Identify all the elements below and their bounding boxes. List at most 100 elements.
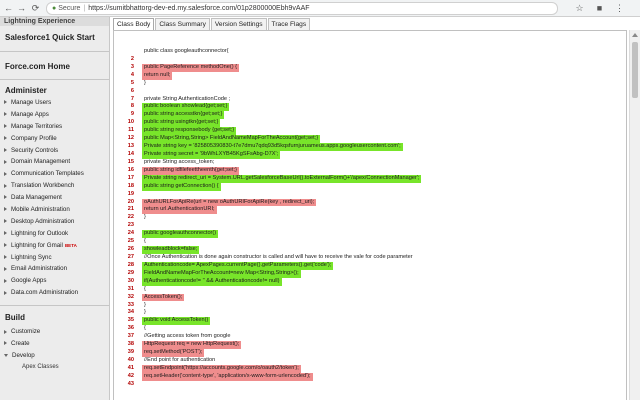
code-line: 35 public void AccessToken() bbox=[114, 317, 626, 326]
line-number: 8 bbox=[130, 103, 134, 110]
browser-menu-icon[interactable]: ⋮ bbox=[614, 3, 625, 14]
sidebar-item-mobile-administration[interactable]: Mobile Administration bbox=[0, 204, 109, 216]
sidebar-item-data-management[interactable]: Data Management bbox=[0, 192, 109, 204]
expand-arrow-icon[interactable] bbox=[4, 231, 7, 236]
sidebar-item-manage-users[interactable]: Manage Users bbox=[0, 97, 109, 109]
expand-arrow-icon[interactable] bbox=[4, 254, 7, 259]
line-number: 17 bbox=[127, 174, 134, 181]
sidebar-item-label: Security Controls bbox=[11, 146, 59, 154]
sidebar-item-communication-templates[interactable]: Communication Templates bbox=[0, 168, 109, 180]
code-line: 10 public string usingtkn{get;set;} bbox=[114, 119, 626, 128]
sidebar-item-security-controls[interactable]: Security Controls bbox=[0, 145, 109, 157]
expand-arrow-icon[interactable] bbox=[4, 219, 7, 224]
expand-arrow-icon[interactable] bbox=[4, 243, 7, 248]
expand-arrow-icon[interactable] bbox=[4, 278, 7, 283]
expand-arrow-icon[interactable] bbox=[4, 112, 7, 117]
expand-arrow-icon[interactable] bbox=[4, 136, 7, 141]
sidebar-item-customize[interactable]: Customize bbox=[0, 326, 109, 338]
code-line: 7 private String AuthenticationCode ; bbox=[114, 96, 626, 104]
sidebar-item-lightning-for-outlook[interactable]: Lightning for Outlook bbox=[0, 228, 109, 240]
sidebar-item-lightning-sync[interactable]: Lightning Sync bbox=[0, 252, 109, 264]
lightning-experience-link[interactable]: Lightning Experience bbox=[0, 17, 109, 26]
administer-list: Manage Users Manage Apps Manage Territorie… bbox=[0, 97, 109, 299]
expand-arrow-icon[interactable] bbox=[4, 171, 7, 176]
code-line: 6 bbox=[114, 87, 626, 96]
code-line: 27 //Once Authentication is done again c… bbox=[114, 253, 626, 262]
sidebar-item-label: Email Administration bbox=[11, 265, 68, 273]
expand-arrow-icon[interactable] bbox=[4, 100, 7, 105]
sidebar-item-company-profile[interactable]: Company Profile bbox=[0, 133, 109, 145]
sidebar-item-lightning-for-gmail[interactable]: Lightning for Gmail BETA bbox=[0, 240, 109, 252]
vertical-scrollbar[interactable] bbox=[629, 30, 640, 400]
code-line: 5} bbox=[114, 80, 626, 88]
line-number: 6 bbox=[130, 87, 134, 94]
collapse-arrow-icon[interactable] bbox=[4, 353, 8, 357]
sidebar-item-apex-classes[interactable]: Apex Classes bbox=[0, 362, 109, 373]
expand-arrow-icon[interactable] bbox=[4, 147, 7, 152]
line-number: 20 bbox=[127, 198, 134, 205]
expand-arrow-icon[interactable] bbox=[4, 159, 7, 164]
extension-icon[interactable]: ■ bbox=[594, 3, 605, 14]
salesforce1-quick-start-link[interactable]: Salesforce1 Quick Start bbox=[0, 26, 109, 52]
sidebar-item-desktop-administration[interactable]: Desktop Administration bbox=[0, 216, 109, 228]
bookmark-star-icon[interactable]: ☆ bbox=[574, 3, 585, 14]
code-line: 21 return url.AuthenticationURI; bbox=[114, 206, 626, 215]
expand-arrow-icon[interactable] bbox=[4, 195, 7, 200]
code-line: 29 FieldAndNameMapForTheAccount=new Map<… bbox=[114, 269, 626, 278]
code-line: 12 public Map<String,String> FieldAndName… bbox=[114, 135, 626, 144]
browser-toolbar: ← → ⟳ ● Secure | https://sumitbhattorg-dev-… bbox=[0, 0, 640, 17]
line-number: 19 bbox=[127, 190, 134, 197]
tab-version-settings[interactable]: Version Settings bbox=[210, 18, 267, 30]
line-number: 11 bbox=[128, 127, 134, 134]
back-icon[interactable]: ← bbox=[3, 3, 14, 14]
scroll-thumb[interactable] bbox=[632, 42, 638, 98]
expand-arrow-icon[interactable] bbox=[4, 329, 7, 334]
address-bar[interactable]: ● Secure | https://sumitbhattorg-dev-ed.my.… bbox=[46, 2, 558, 15]
lock-icon: ● bbox=[52, 5, 57, 12]
reload-icon[interactable]: ⟳ bbox=[30, 3, 41, 14]
line-number: 30 bbox=[127, 277, 134, 284]
line-number: 23 bbox=[127, 222, 134, 229]
code-line: 8 public boolean showlead{get;set;} bbox=[114, 103, 626, 112]
line-number: 3 bbox=[130, 63, 134, 70]
tab-class-summary[interactable]: Class Summary bbox=[155, 18, 210, 30]
sidebar-item-manage-apps[interactable]: Manage Apps bbox=[0, 109, 109, 121]
expand-arrow-icon[interactable] bbox=[4, 207, 7, 212]
sidebar-item-manage-territories[interactable]: Manage Territories bbox=[0, 121, 109, 133]
url-separator: | bbox=[83, 5, 86, 12]
scroll-up-icon[interactable] bbox=[632, 33, 638, 37]
code-line: 18 public string getConnection() { bbox=[114, 182, 626, 191]
line-number: 16 bbox=[127, 166, 134, 173]
code-text: if(Authenticationcode!= '' && Authentica… bbox=[142, 277, 282, 286]
sidebar-item-email-administration[interactable]: Email Administration bbox=[0, 263, 109, 275]
code-line: 30 if(Authenticationcode!= '' && Authent… bbox=[114, 277, 626, 286]
forward-icon[interactable]: → bbox=[16, 3, 27, 14]
sidebar-item-label: Company Profile bbox=[11, 134, 57, 142]
expand-arrow-icon[interactable] bbox=[4, 183, 7, 188]
sidebar-item-create[interactable]: Create bbox=[0, 338, 109, 350]
tab-trace-flags[interactable]: Trace Flags bbox=[267, 18, 311, 30]
sidebar-item-google-apps[interactable]: Google Apps bbox=[0, 275, 109, 287]
code-line: 2 bbox=[114, 56, 626, 64]
code-text: HttpRequest req = new HttpRequest(); bbox=[142, 341, 242, 349]
build-heading: Build bbox=[5, 313, 25, 323]
expand-arrow-icon[interactable] bbox=[4, 124, 7, 129]
code-text: req.setEndpoint('https://accounts.google… bbox=[142, 364, 301, 373]
expand-arrow-icon[interactable] bbox=[4, 266, 7, 271]
sidebar-item-label: Domain Management bbox=[11, 158, 71, 166]
expand-arrow-icon[interactable] bbox=[4, 341, 7, 346]
sidebar-item-translation-workbench[interactable]: Translation Workbench bbox=[0, 180, 109, 192]
line-number: 42 bbox=[127, 372, 134, 379]
code-line: 14 Private string secret = '9bWhLXYB45KgS… bbox=[114, 150, 626, 159]
code-line: 42 req.setHeader('content-type', 'applic… bbox=[114, 372, 626, 381]
sidebar-item-develop[interactable]: Develop bbox=[0, 350, 109, 362]
sidebar-item-data-com-administration[interactable]: Data.com Administration bbox=[0, 287, 109, 299]
code-text: //Once Authentication is done again cons… bbox=[144, 253, 413, 260]
line-number: 12 bbox=[127, 135, 134, 142]
code-line: 36 { bbox=[114, 325, 626, 333]
forcecom-home-link[interactable]: Force.com Home bbox=[0, 52, 109, 80]
sidebar-item-domain-management[interactable]: Domain Management bbox=[0, 156, 109, 168]
expand-arrow-icon[interactable] bbox=[4, 290, 7, 295]
code-line: 33 } bbox=[114, 302, 626, 310]
code-text: public boolean showlead{get;set;} bbox=[142, 103, 230, 112]
